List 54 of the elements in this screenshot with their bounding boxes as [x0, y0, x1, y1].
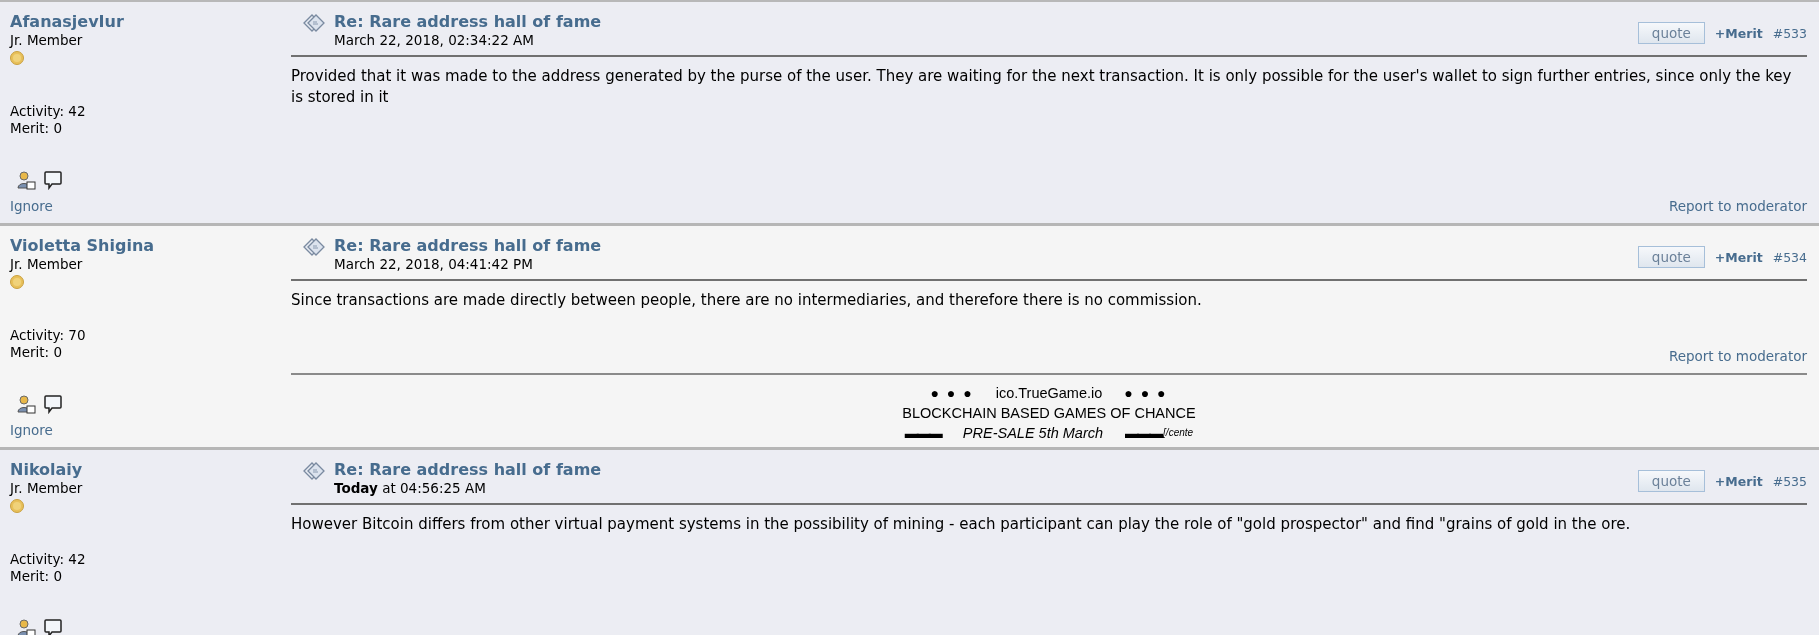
author-name[interactable]: AfanasjevIur	[10, 12, 291, 32]
signature-dots: ● ● ●	[930, 384, 974, 403]
post-body: However Bitcoin differs from other virtual payment systems in the possibility of mining - each participant can play the role of "gold prospector" and find "grains of gold in the ore.	[291, 514, 1632, 535]
speech-bubble-icon[interactable]	[44, 619, 62, 635]
activity-count: Activity: 42	[10, 103, 87, 120]
merit-count: Merit: 0	[10, 568, 63, 585]
post-body: Provided that it was made to the address generated by the purse of the user. They are waiting for the next transaction. It is only possible for the user's wallet to sign further entries, since only the key is stored in it	[291, 66, 1793, 108]
activity-count: Activity: 42	[10, 551, 87, 568]
coin-icon	[10, 51, 24, 65]
ignore-link[interactable]: Ignore	[10, 198, 53, 214]
coin-icon	[10, 275, 24, 289]
post-body: Since transactions are made directly between people, there are no intermediaries, and therefore there is no commission.	[291, 290, 1203, 311]
topic-icon	[302, 460, 326, 482]
signature-bars: ▬▬▬	[1125, 423, 1162, 443]
profile-icon[interactable]	[17, 171, 36, 190]
signature-link[interactable]: ico.TrueGame.io	[995, 383, 1103, 403]
quote-button[interactable]: quote	[1637, 22, 1705, 44]
post-number[interactable]: #533	[1772, 25, 1807, 41]
ignore-link[interactable]: Ignore	[10, 422, 53, 438]
activity-count: Activity: 70	[10, 327, 87, 344]
signature-tagline: BLOCKCHAIN BASED GAMES OF CHANCE	[902, 404, 1196, 423]
report-link[interactable]: Report to moderator	[1668, 348, 1807, 364]
member-rank: Jr. Member	[10, 32, 84, 49]
quote-button[interactable]: quote	[1637, 246, 1705, 268]
topic-icon	[302, 236, 326, 258]
post-title[interactable]: Re: Rare address hall of fame	[334, 460, 1630, 480]
signature-tail: [/cente	[1163, 426, 1194, 440]
post-title[interactable]: Re: Rare address hall of fame	[334, 12, 1630, 32]
report-link[interactable]: Report to moderator	[1668, 198, 1807, 214]
merit-link[interactable]: +Merit	[1714, 473, 1763, 489]
merit-count: Merit: 0	[10, 344, 63, 361]
post-number[interactable]: #534	[1772, 249, 1807, 265]
signature-bars: ▬▬▬	[904, 423, 941, 443]
author-name[interactable]: Nikolaiy	[10, 460, 291, 480]
merit-count: Merit: 0	[10, 120, 63, 137]
signature-dots: ● ● ●	[1124, 384, 1168, 403]
post-number[interactable]: #535	[1772, 473, 1807, 489]
profile-icon[interactable]	[17, 395, 36, 414]
signature-presale: PRE-SALE 5th March	[962, 424, 1104, 443]
quote-button[interactable]: quote	[1637, 470, 1705, 492]
speech-bubble-icon[interactable]	[44, 395, 62, 414]
author-name[interactable]: Violetta Shigina	[10, 236, 291, 256]
coin-icon	[10, 499, 24, 513]
member-rank: Jr. Member	[10, 256, 84, 273]
topic-icon	[302, 12, 326, 34]
speech-bubble-icon[interactable]	[44, 171, 62, 190]
post-title[interactable]: Re: Rare address hall of fame	[334, 236, 1630, 256]
profile-icon[interactable]	[17, 619, 36, 635]
merit-link[interactable]: +Merit	[1714, 25, 1763, 41]
post-date: March 22, 2018, 04:41:42 PM	[334, 256, 534, 272]
post-date: March 22, 2018, 02:34:22 AM	[334, 32, 535, 48]
post-date: Today at 04:56:25 AM	[334, 480, 487, 496]
member-rank: Jr. Member	[10, 480, 84, 497]
merit-link[interactable]: +Merit	[1714, 249, 1763, 265]
